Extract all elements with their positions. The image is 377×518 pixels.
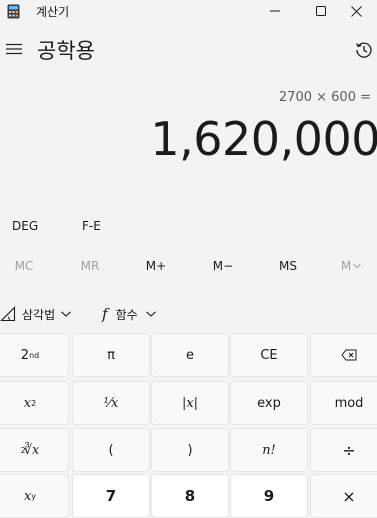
second-function-key[interactable]: 2nd — [0, 333, 69, 377]
square-root-key[interactable]: 2 ∛x — [0, 428, 69, 472]
close-parenthesis-key[interactable]: ) — [151, 428, 229, 472]
hamburger-menu-icon — [6, 43, 22, 55]
backspace-icon — [341, 349, 357, 361]
memory-view-button[interactable]: M — [333, 259, 369, 273]
navigation-menu-button[interactable] — [3, 38, 25, 60]
chevron-down-icon — [145, 311, 156, 317]
close-button[interactable] — [336, 0, 376, 22]
memory-view-label: M — [340, 259, 352, 273]
euler-key[interactable]: e — [151, 333, 229, 377]
calculator-icon — [7, 4, 20, 19]
memory-clear-button[interactable]: MC — [4, 259, 44, 273]
function-label: 함수 — [115, 307, 138, 322]
digit-7-key[interactable]: 7 — [72, 474, 150, 518]
triangle-ruler-icon — [0, 306, 16, 322]
mode-title: 공학용 — [37, 39, 95, 63]
function-f-icon: f — [102, 305, 108, 323]
open-parenthesis-key[interactable]: ( — [72, 428, 150, 472]
maximize-button[interactable] — [301, 0, 341, 22]
memory-recall-button[interactable]: MR — [70, 259, 110, 273]
history-icon — [356, 42, 372, 58]
memory-store-button[interactable]: MS — [268, 259, 308, 273]
expression-display: 2700 × 600 = — [278, 90, 371, 105]
multiply-key[interactable]: × — [310, 474, 377, 518]
exp-key[interactable]: exp — [230, 381, 308, 425]
chevron-down-icon — [61, 311, 72, 317]
mod-key[interactable]: mod — [310, 381, 377, 425]
clear-entry-key[interactable]: CE — [230, 333, 308, 377]
factorial-key[interactable]: n! — [230, 428, 308, 472]
angle-unit-toggle[interactable]: DEG — [12, 217, 38, 235]
divide-key[interactable]: ÷ — [310, 428, 377, 472]
digit-8-key[interactable]: 8 — [151, 474, 229, 518]
result-display: 1,620,000 — [150, 112, 377, 166]
backspace-key[interactable] — [310, 333, 377, 377]
trigonometry-label: 삼각법 — [22, 307, 56, 322]
function-dropdown[interactable]: f 함수 — [102, 305, 156, 323]
pi-key[interactable]: π — [72, 333, 150, 377]
app-title: 계산기 — [36, 5, 70, 19]
memory-subtract-button[interactable]: M− — [203, 259, 243, 273]
chevron-down-icon — [353, 263, 362, 269]
square-key[interactable]: x2 — [0, 381, 69, 425]
digit-9-key[interactable]: 9 — [230, 474, 308, 518]
absolute-value-key[interactable]: |x| — [151, 381, 229, 425]
history-button[interactable] — [354, 40, 374, 60]
fe-toggle[interactable]: F-E — [82, 217, 101, 235]
memory-add-button[interactable]: M+ — [136, 259, 176, 273]
close-icon — [350, 5, 362, 17]
minimize-icon — [270, 10, 280, 12]
minimize-button[interactable] — [255, 0, 295, 22]
reciprocal-key[interactable]: ⅟x — [72, 381, 150, 425]
power-key[interactable]: xy — [0, 474, 69, 518]
maximize-icon — [316, 6, 326, 16]
trigonometry-dropdown[interactable]: 삼각법 — [0, 305, 72, 323]
title-bar: 계산기 — [0, 0, 377, 22]
